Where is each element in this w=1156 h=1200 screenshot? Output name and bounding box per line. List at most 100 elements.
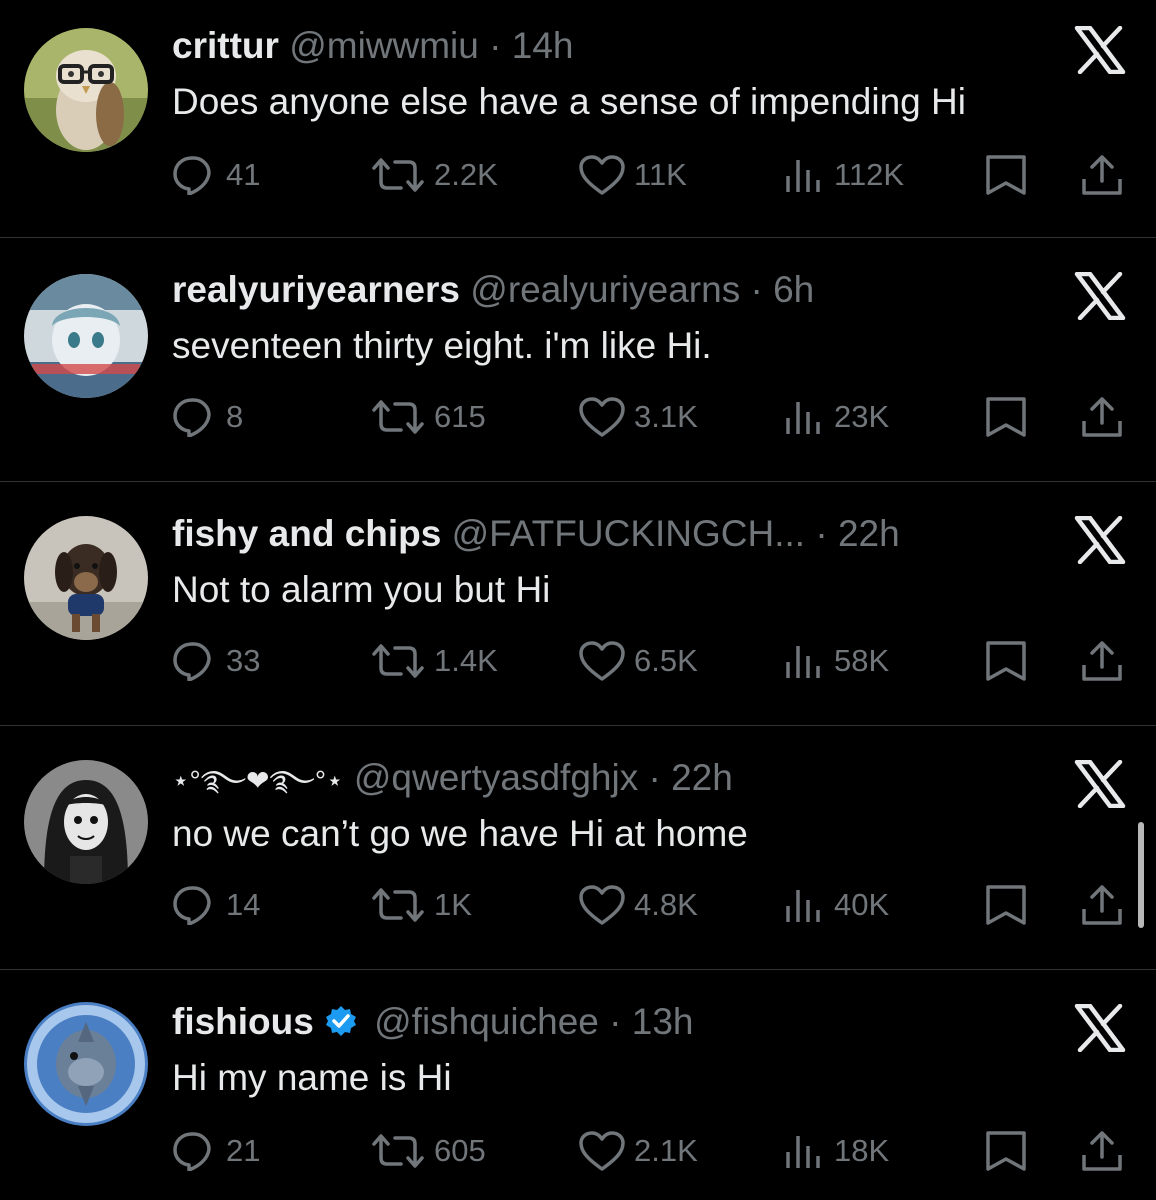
share-icon (1080, 639, 1124, 683)
display-name[interactable]: realyuriyearners (172, 269, 460, 310)
retweet-button[interactable]: 605 (370, 1126, 486, 1176)
share-button[interactable] (1080, 636, 1124, 686)
timestamp[interactable]: 14h (512, 25, 574, 66)
tweet-text: seventeen thirty eight. i'm like Hi. (172, 325, 712, 366)
retweet-button[interactable]: 1.4K (370, 636, 498, 686)
views-count: 40K (834, 887, 890, 922)
retweet-icon (370, 156, 426, 194)
share-icon (1080, 395, 1124, 439)
views-icon (784, 398, 826, 436)
retweet-count: 1K (434, 887, 472, 922)
timeline-feed: crittur @miwwmiu · 14h Does anyone else … (0, 0, 1156, 1200)
retweet-icon (370, 398, 426, 436)
retweet-count: 1.4K (434, 643, 498, 678)
share-button[interactable] (1080, 880, 1124, 930)
bookmark-button[interactable] (984, 392, 1028, 442)
reply-icon (172, 641, 218, 681)
bookmark-button[interactable] (984, 636, 1028, 686)
retweet-button[interactable]: 2.2K (370, 150, 498, 200)
like-count: 6.5K (634, 643, 698, 678)
views-icon (784, 642, 826, 680)
display-name[interactable]: ⋆°࿐❤︎࿐°⋆ (172, 765, 344, 796)
retweet-button[interactable]: 1K (370, 880, 472, 930)
tweet[interactable]: realyuriyearners @realyuriyearns · 6h se… (0, 238, 1156, 482)
handle[interactable]: @realyuriyearns (470, 269, 740, 310)
handle[interactable]: @miwwmiu (289, 25, 479, 66)
views-button[interactable]: 58K (784, 636, 889, 686)
reply-button[interactable]: 8 (172, 392, 243, 442)
bookmark-icon (984, 639, 1028, 683)
reply-button[interactable]: 21 (172, 1126, 260, 1176)
reply-icon (172, 397, 218, 437)
views-button[interactable]: 18K (784, 1126, 889, 1176)
timestamp[interactable]: 6h (773, 269, 814, 310)
views-button[interactable]: 23K (784, 392, 889, 442)
share-button[interactable] (1080, 392, 1124, 442)
tweet[interactable]: crittur @miwwmiu · 14h Does anyone else … (0, 0, 1156, 238)
x-logo-icon[interactable] (1074, 271, 1126, 321)
reply-button[interactable]: 14 (172, 880, 260, 930)
share-button[interactable] (1080, 150, 1124, 200)
reply-icon (172, 885, 218, 925)
avatar[interactable] (24, 274, 148, 398)
avatar-dog-image (24, 516, 148, 640)
tweet-header: crittur @miwwmiu · 14h (172, 24, 573, 68)
views-count: 112K (834, 157, 905, 192)
like-button[interactable]: 2.1K (578, 1126, 698, 1176)
reply-icon (172, 1131, 218, 1171)
retweet-icon (370, 642, 426, 680)
views-button[interactable]: 40K (784, 880, 889, 930)
avatar[interactable] (24, 1002, 148, 1126)
bookmark-button[interactable] (984, 150, 1028, 200)
avatar[interactable] (24, 760, 148, 884)
reply-button[interactable]: 41 (172, 150, 260, 200)
tweet-text: no we can’t go we have Hi at home (172, 813, 748, 854)
handle[interactable]: @qwertyasdfghjx (354, 757, 638, 798)
avatar[interactable] (24, 516, 148, 640)
like-button[interactable]: 4.8K (578, 880, 698, 930)
tweet-header: ⋆°࿐❤︎࿐°⋆ @qwertyasdfghjx · 22h (172, 756, 733, 800)
action-bar: 21 605 2.1K 18K (0, 1126, 1156, 1176)
like-button[interactable]: 3.1K (578, 392, 698, 442)
share-button[interactable] (1080, 1126, 1124, 1176)
heart-icon (578, 1130, 626, 1172)
display-name[interactable]: fishious (172, 1001, 314, 1042)
views-count: 23K (834, 399, 890, 434)
display-name[interactable]: crittur (172, 25, 279, 66)
retweet-icon (370, 886, 426, 924)
retweet-button[interactable]: 615 (370, 392, 486, 442)
x-logo-icon[interactable] (1074, 759, 1126, 809)
tweet-header: fishious @fishquichee · 13h (172, 1000, 694, 1044)
like-button[interactable]: 6.5K (578, 636, 698, 686)
bookmark-icon (984, 883, 1028, 927)
reply-button[interactable]: 33 (172, 636, 260, 686)
avatar-fish-image (24, 1002, 148, 1126)
bookmark-icon (984, 153, 1028, 197)
action-bar: 41 2.2K 11K 112K (0, 150, 1156, 200)
handle[interactable]: @fishquichee (374, 1001, 599, 1042)
scrollbar-thumb[interactable] (1138, 822, 1144, 928)
bookmark-button[interactable] (984, 880, 1028, 930)
avatar[interactable] (24, 28, 148, 152)
tweet-header: fishy and chips @FATFUCKINGCH... · 22h (172, 512, 900, 556)
timestamp[interactable]: 22h (838, 513, 900, 554)
verified-badge-icon (324, 1004, 358, 1048)
avatar-anime-image (24, 274, 148, 398)
timestamp[interactable]: 13h (632, 1001, 694, 1042)
x-logo-icon[interactable] (1074, 1003, 1126, 1053)
tweet[interactable]: fishious @fishquichee · 13h Hi my name i… (0, 970, 1156, 1200)
heart-icon (578, 884, 626, 926)
handle[interactable]: @FATFUCKINGCH... (452, 513, 805, 554)
timestamp[interactable]: 22h (671, 757, 733, 798)
x-logo-icon[interactable] (1074, 25, 1126, 75)
display-name[interactable]: fishy and chips (172, 513, 441, 554)
tweet[interactable]: ⋆°࿐❤︎࿐°⋆ @qwertyasdfghjx · 22h no we can… (0, 726, 1156, 970)
like-button[interactable]: 11K (578, 150, 687, 200)
views-icon (784, 886, 826, 924)
views-button[interactable]: 112K (784, 150, 904, 200)
tweet[interactable]: fishy and chips @FATFUCKINGCH... · 22h N… (0, 482, 1156, 726)
x-logo-icon[interactable] (1074, 515, 1126, 565)
views-count: 18K (834, 1133, 890, 1168)
separator-dot: · (609, 1001, 622, 1042)
bookmark-button[interactable] (984, 1126, 1028, 1176)
